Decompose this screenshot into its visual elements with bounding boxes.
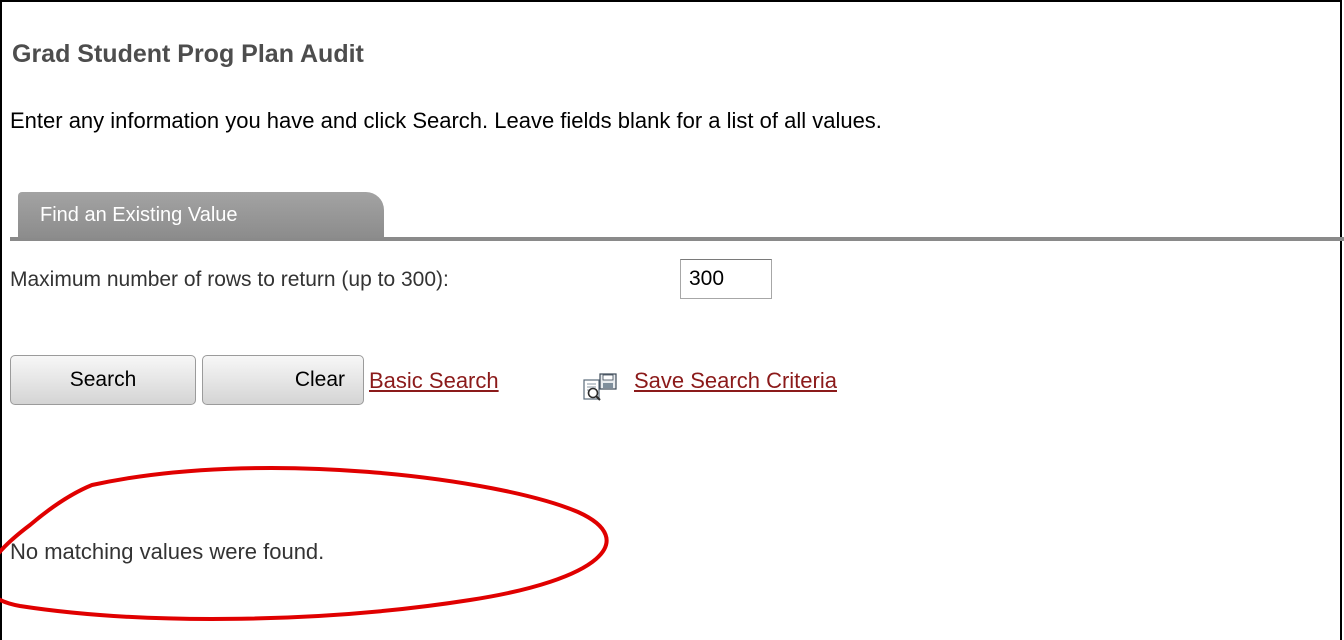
no-results-message: No matching values were found.	[10, 539, 325, 564]
search-instructions: Enter any information you have and click…	[10, 108, 882, 133]
max-rows-label: Maximum number of rows to return (up to …	[10, 268, 449, 291]
page-title: Grad Student Prog Plan Audit	[12, 40, 364, 68]
search-button[interactable]: Search	[10, 355, 196, 405]
clear-button[interactable]: Clear	[202, 355, 364, 405]
tab-find-existing-value[interactable]: Find an Existing Value	[18, 192, 384, 238]
save-search-criteria-icon[interactable]	[583, 371, 619, 403]
basic-search-link[interactable]: Basic Search	[369, 368, 499, 394]
save-search-criteria-link[interactable]: Save Search Criteria	[634, 368, 837, 394]
max-rows-input[interactable]	[680, 259, 772, 299]
